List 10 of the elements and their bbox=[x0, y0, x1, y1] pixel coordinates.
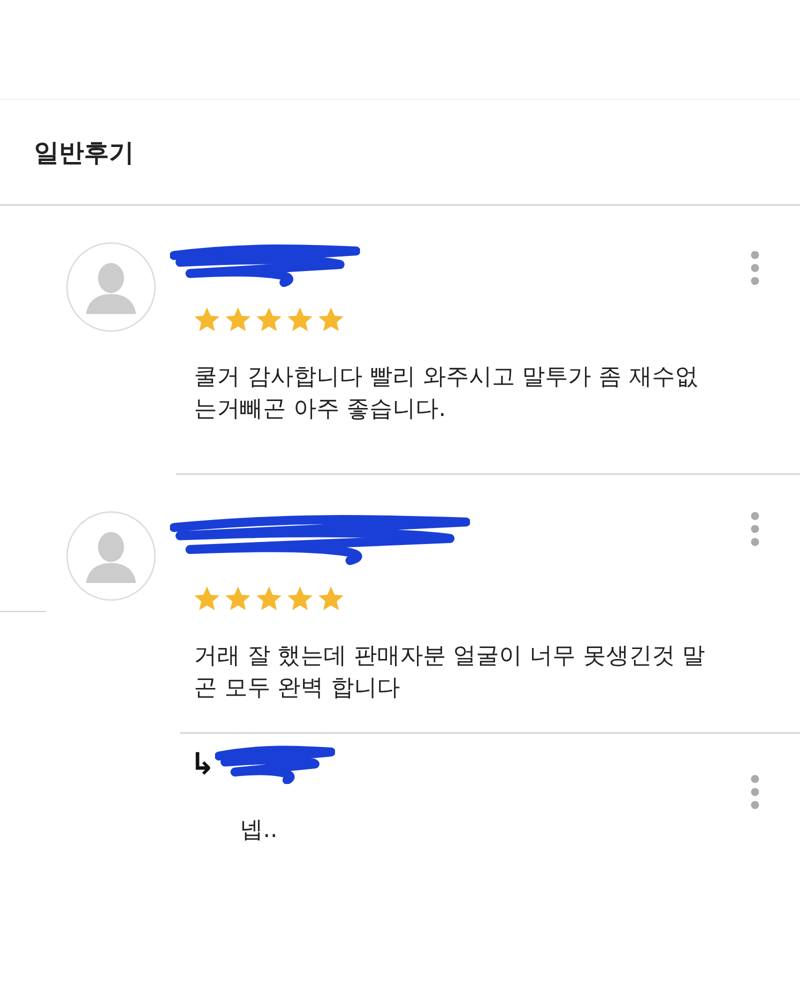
reply-text: 넵.. bbox=[240, 816, 279, 845]
more-options-icon[interactable] bbox=[750, 511, 760, 547]
avatar-icon bbox=[66, 242, 156, 332]
avatar-icon bbox=[66, 511, 156, 601]
review-text: 쿨거 감사합니다 빨리 와주시고 말투가 좀 재수없는거빼곤 아주 좋습니다. bbox=[194, 363, 699, 424]
more-options-icon[interactable] bbox=[750, 250, 760, 286]
more-options-icon[interactable] bbox=[750, 774, 760, 810]
review-text: 거래 잘 했는데 판매자분 얼굴이 너무 못생긴것 말곤 모두 완벽 합니다 bbox=[194, 642, 706, 703]
section-title: 일반후기 bbox=[34, 136, 134, 168]
reply-arrow: ↳ bbox=[190, 746, 216, 782]
